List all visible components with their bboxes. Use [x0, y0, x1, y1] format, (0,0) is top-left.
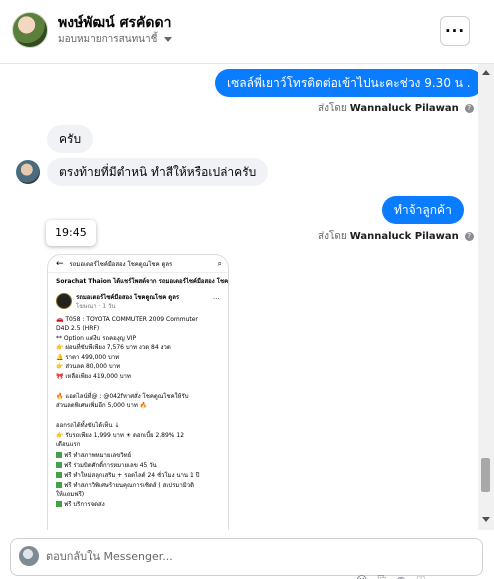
- back-arrow-icon: ←: [56, 258, 64, 269]
- image-line-text: ฟรี ทำสภาวิพิเศษร้ายนคุณการเซิดส์ ( สเปร…: [64, 482, 194, 489]
- image-line-text: ฟรี ร่วมบิดศักดิ์การหมายเลข 45 วัน: [64, 462, 157, 469]
- image-search-query: รถมอเตอร์ไซค์มือสอง โชคดูณโชค ดูลร: [69, 260, 173, 268]
- image-line: 👉 ส่วนลด 80,000 บาท: [56, 363, 121, 370]
- image-line: ส่วนลดพิเศษเพิ่มอีก 5,000 บาท 🔥: [56, 402, 148, 409]
- gif-icon[interactable]: ◉: [396, 574, 406, 579]
- image-line-text: ฟรี บริการจดส่ง: [64, 501, 105, 508]
- image-line: D4D 2.5 (HRF): [56, 325, 100, 332]
- image-post-time: โฆษณา · 1 วัน: [76, 303, 116, 310]
- contact-name[interactable]: พงษ์พัฒน์ ศรคัดดา: [58, 12, 171, 34]
- incoming-message[interactable]: ครับ: [47, 125, 94, 153]
- message-thread[interactable]: เซลล์พี่เยาว์โทรติดต่อเข้าไปนะคะช่วง 9.3…: [0, 64, 494, 530]
- image-line: 🔥 แอดไลน์ที่@ : @042fหาศสั่ง โชคดูณโชคให…: [56, 393, 189, 400]
- sender-name: Wannaluck Pilawan: [349, 231, 459, 242]
- image-line: ฟรี ร่วมบิดศักดิ์การหมายเลข 45 วัน: [56, 461, 157, 470]
- image-line: 👉 รับรถเพียง 1,999 บาท ☀ ดอกเบี้ย 2.89% …: [56, 432, 185, 439]
- page-logo: [56, 293, 72, 309]
- image-line: เดือนแรก: [56, 441, 81, 448]
- outgoing-message[interactable]: เซลล์พี่เยาว์โทรติดต่อเข้าไปนะคะช่วง 9.3…: [215, 69, 483, 97]
- checkmark-icon: [56, 482, 62, 488]
- like-icon[interactable]: ♡: [416, 574, 426, 579]
- assign-label: มอบหมายการสนทนาชี้: [58, 34, 158, 45]
- image-line: ให้แถมฟรี): [56, 491, 85, 498]
- image-line: ฟรี ทำสภาพหมายเลขวิทย์: [56, 451, 131, 460]
- image-page-name: รถมอเตอร์ไซค์มือสอง โชคดูณโชค ดูลร: [76, 294, 180, 301]
- reply-input[interactable]: [46, 548, 346, 564]
- image-line-text: ฟรี ทำสภาพหมายเลขวิทย์: [64, 452, 132, 459]
- reply-composer: ☺ ⎘ ◉ ♡: [0, 530, 494, 579]
- assign-conversation-dropdown[interactable]: มอบหมายการสนทนาชี้: [58, 32, 173, 47]
- incoming-message[interactable]: ตรงท้ายที่มีตำหนิ ทำสีให้หรือเปล่าครับ: [47, 158, 269, 186]
- info-icon[interactable]: ?: [464, 104, 474, 113]
- search-icon: ⌕: [217, 258, 222, 268]
- scroll-down-icon[interactable]: [482, 517, 490, 522]
- image-line: ** Option แต่งีบ รถคองุญ VIP: [56, 335, 137, 342]
- image-caption: Sorachat Thaion ได้แชร์โพสต์จาก รถมอเตอร…: [56, 278, 229, 285]
- more-dots-icon: ···: [444, 22, 466, 40]
- info-icon[interactable]: ?: [464, 232, 474, 241]
- image-line: ออกรถได้ทั้งขับได้เท็น ↓: [56, 422, 120, 429]
- image-line: ฟรี ทำใหม่สลุกเสริม + รอดไลด์ 24 ชั่วโมง…: [56, 471, 199, 480]
- composer-tools: ☺ ⎘ ◉ ♡: [356, 574, 426, 579]
- shared-image-attachment[interactable]: ← รถมอเตอร์ไซค์มือสอง โชคดูณโชค ดูลร ⌕ S…: [47, 254, 229, 530]
- caret-down-icon: [164, 37, 173, 42]
- checkmark-icon: [56, 501, 62, 507]
- timestamp-tooltip: 19:45: [46, 220, 96, 246]
- sent-by-prefix: ส่งโดย: [318, 231, 347, 242]
- image-line: 🚗 T058 : TOYOTA COMMUTER 2009 Commuter: [56, 316, 198, 323]
- page-avatar: [19, 546, 39, 566]
- emoji-icon[interactable]: ☺: [356, 574, 367, 579]
- contact-avatar[interactable]: [12, 12, 48, 48]
- attach-icon[interactable]: ⎘: [377, 574, 386, 579]
- image-line: ฟรี บริการจดส่ง: [56, 500, 105, 509]
- outgoing-message[interactable]: ทำจ้าลูกค้า: [382, 196, 464, 224]
- image-line: 🎀 เหลือเพียง 419,000 บาท: [56, 373, 131, 380]
- sent-by-prefix: ส่งโดย: [318, 103, 347, 114]
- conversation-header: พงษ์พัฒน์ ศรคัดดา มอบหมายการสนทนาชี้ ···: [0, 0, 494, 64]
- image-line-text: ฟรี ทำใหม่สลุกเสริม + รอดไลด์ 24 ชั่วโมง…: [64, 472, 200, 479]
- image-line: ฟรี ทำสภาวิพิเศษร้ายนคุณการเซิดส์ ( สเปร…: [56, 481, 194, 490]
- sender-avatar: [16, 160, 40, 184]
- image-search-bar: ← รถมอเตอร์ไซค์มือสอง โชคดูณโชค ดูลร ⌕: [48, 255, 228, 273]
- image-line: 👉 ผ่อนที่ขับพีเพียง 7,576 บาท งวด 84 งวด: [56, 344, 171, 351]
- sent-by-label: ส่งโดย Wannaluck Pilawan ?: [318, 229, 474, 244]
- sent-by-label: ส่งโดย Wannaluck Pilawan ?: [318, 101, 474, 116]
- scroll-up-icon[interactable]: [482, 70, 490, 75]
- more-options-button[interactable]: ···: [440, 16, 470, 46]
- checkmark-icon: [56, 462, 62, 468]
- checkmark-icon: [56, 472, 62, 478]
- sender-name: Wannaluck Pilawan: [349, 103, 459, 114]
- checkmark-icon: [56, 452, 62, 458]
- image-more-icon: ···: [213, 295, 220, 303]
- image-line: 🔔 ราคา 499,000 บาท: [56, 354, 120, 361]
- scrollbar-thumb[interactable]: [481, 458, 490, 492]
